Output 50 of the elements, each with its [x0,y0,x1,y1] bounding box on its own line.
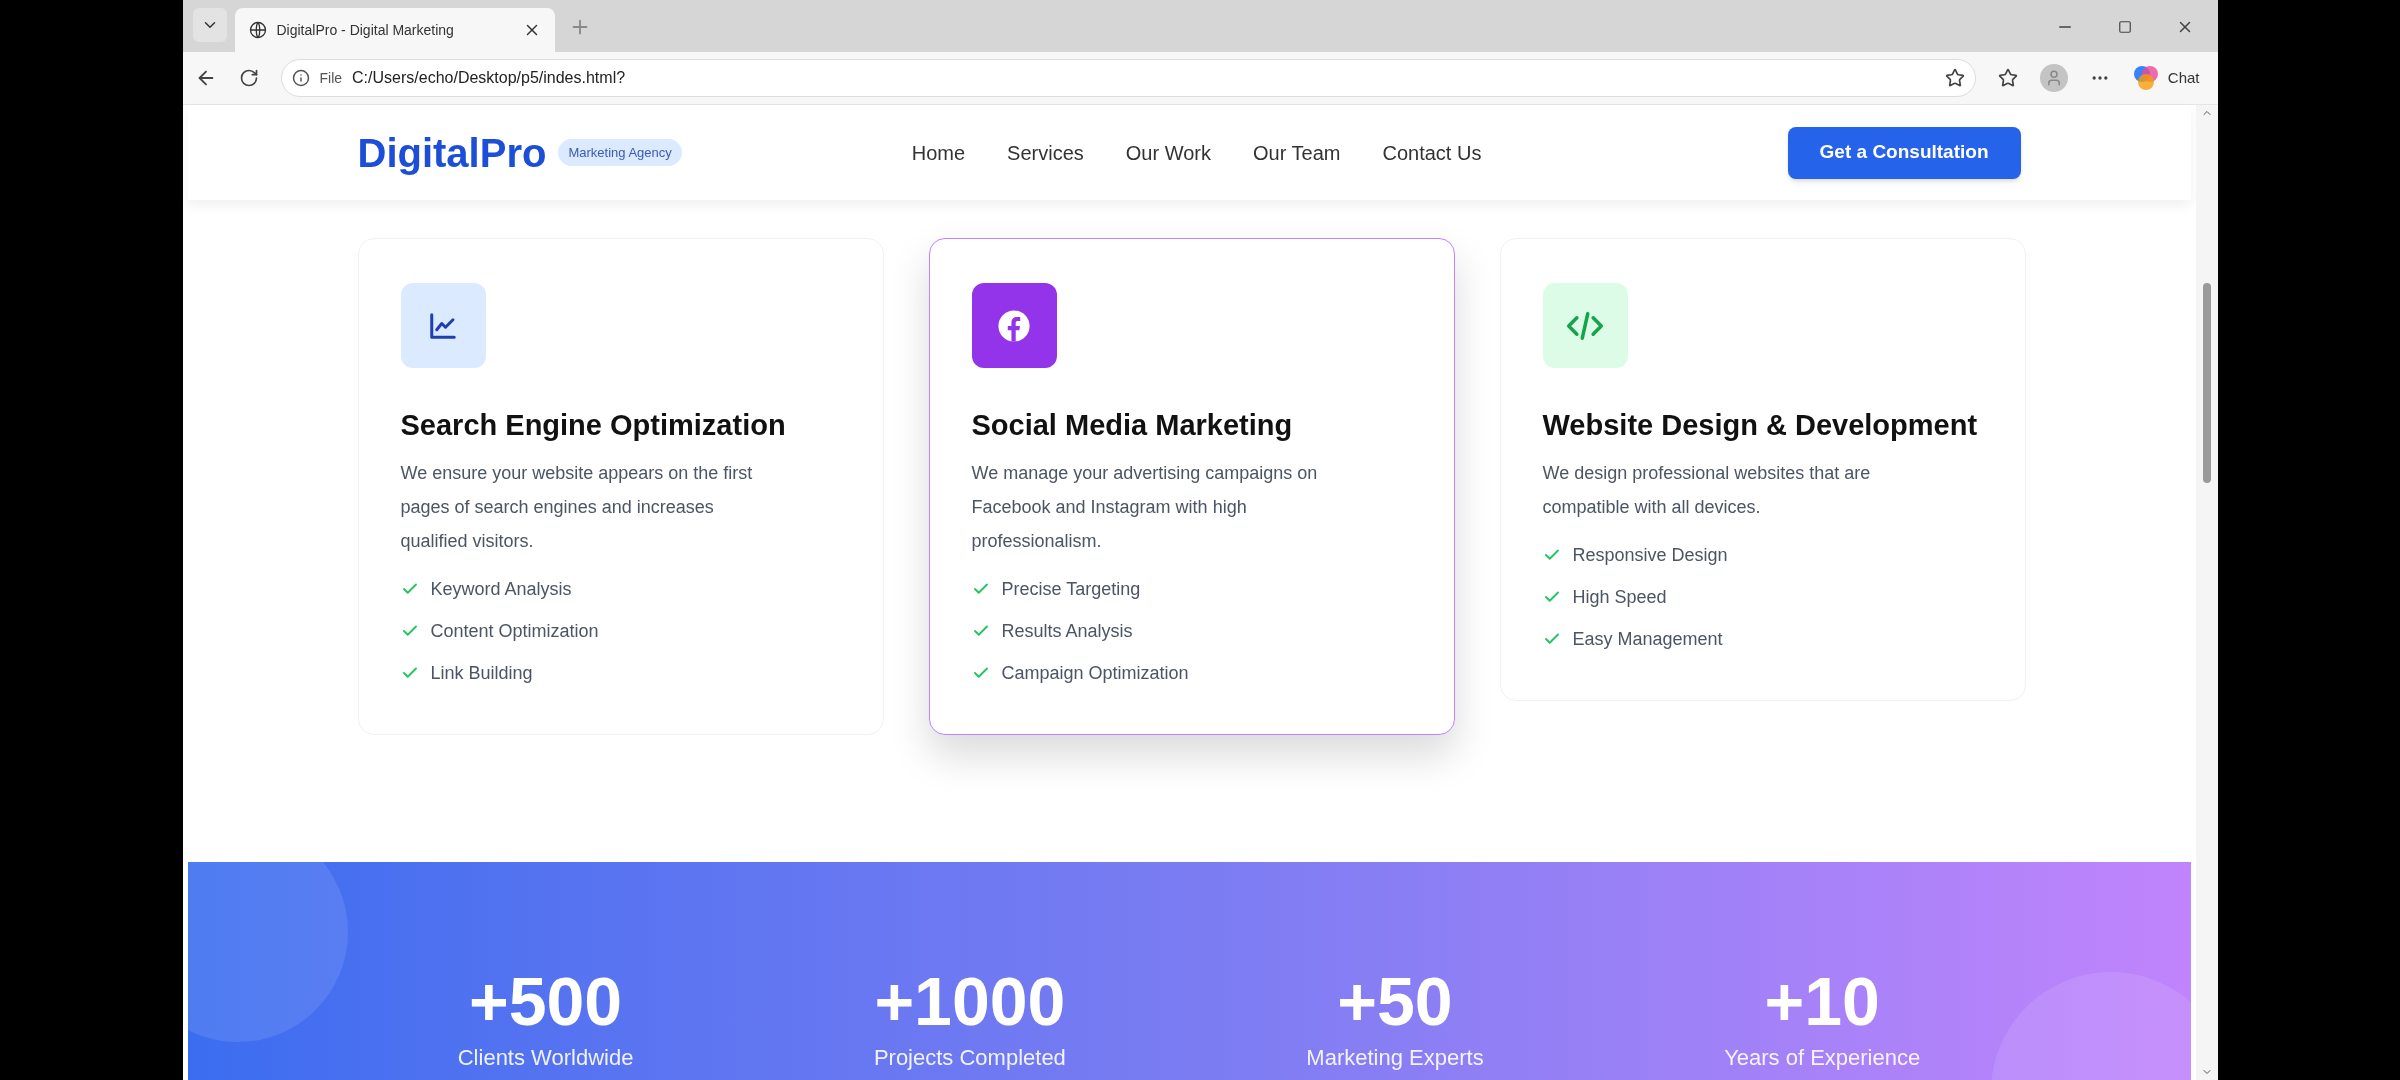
feature-text: Link Building [430,661,533,685]
stat-label: Years of Experience [1724,1044,1921,1072]
profile-avatar[interactable] [2039,64,2068,92]
scrollbar[interactable] [2195,105,2218,1080]
tab-title: DigitalPro - Digital Marketing [276,20,455,40]
copilot-icon [2131,64,2160,92]
service-description: We design professional websites that are compatible with all devices. [1542,462,1872,519]
nav-link[interactable]: Our Team [1253,137,1341,168]
scheme-label: File [319,68,343,88]
line-chart-icon [428,310,458,341]
consultation-button[interactable]: Get a Consultation [1787,126,2021,179]
globe-icon [248,21,267,39]
scrollbar-thumb[interactable] [2202,282,2211,483]
address-bar[interactable]: File C:/Users/echo/Desktop/p5/indes.html? [280,59,1976,97]
nav-link[interactable]: Our Work [1125,137,1211,168]
info-icon [291,69,310,87]
service-title: Social Media Marketing [971,408,1294,443]
stat-label: Projects Completed [873,1044,1066,1072]
facebook-icon [997,308,1031,343]
stat-label: Clients Worldwide [457,1044,634,1072]
favorite-star-icon[interactable] [1944,68,1965,88]
nav-link[interactable]: Services [1007,137,1084,168]
url-text: C:/Users/echo/Desktop/p5/indes.html? [352,68,626,88]
feature-text: High Speed [1572,585,1667,609]
nav-link[interactable]: Home [911,137,966,168]
service-title: Website Design & Development [1542,408,1979,443]
site-logo[interactable]: DigitalPro [357,122,547,183]
service-description: We manage your advertising campaigns on Facebook and Instagram with high professionalism. [971,462,1319,553]
code-icon [1566,310,1604,341]
feature-text: Keyword Analysis [430,577,572,601]
service-title: Search Engine Optimization [400,408,787,443]
feature-text: Precise Targeting [1001,577,1141,601]
nav-link[interactable]: Contact Us [1382,137,1482,168]
stat-value: +1000 [874,962,1066,1041]
feature-text: Campaign Optimization [1001,661,1189,685]
service-description: We ensure your website appears on the first pages of search engines and increases qualified visitors. [400,462,754,553]
stat-label: Marketing Experts [1306,1044,1484,1072]
tagline-badge: Marketing Agency [558,138,682,167]
chat-button[interactable]: Chat [2131,64,2206,92]
feature-text: Easy Management [1572,627,1723,651]
reload-icon[interactable] [238,68,259,88]
feature-text: Content Optimization [430,619,599,643]
stat-value: +10 [1764,962,1880,1041]
browser-tab[interactable]: DigitalPro - Digital Marketing [234,8,555,52]
feature-text: Responsive Design [1572,543,1728,567]
stat-value: +50 [1337,962,1453,1041]
favorites-icon[interactable] [1997,68,2018,88]
stat-value: +500 [468,962,623,1041]
restore-icon[interactable] [2117,20,2132,34]
feature-text: Results Analysis [1001,619,1133,643]
